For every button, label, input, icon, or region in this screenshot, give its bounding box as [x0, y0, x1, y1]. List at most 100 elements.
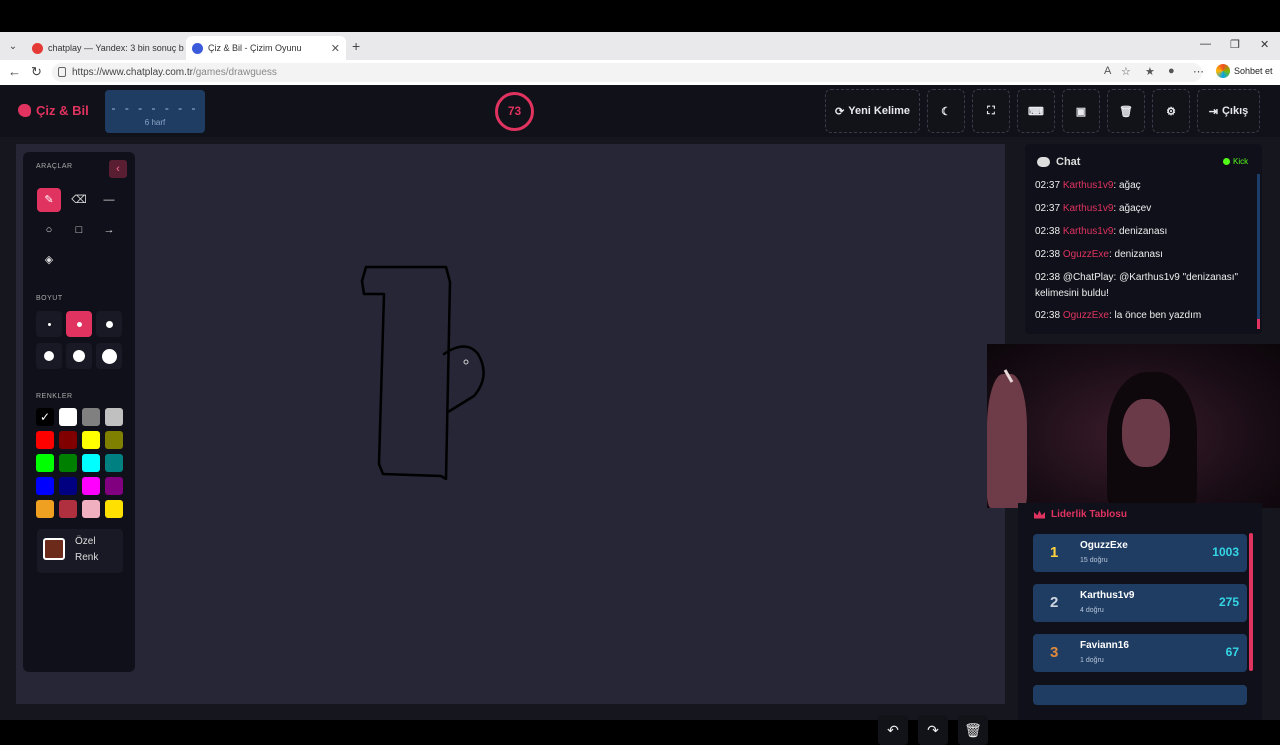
color-swatch[interactable]	[36, 500, 54, 518]
new-tab-icon[interactable]: +	[352, 38, 360, 54]
archive-button[interactable]: ▣	[1062, 89, 1100, 133]
keyboard-button[interactable]: ⌨	[1017, 89, 1055, 133]
exit-button[interactable]: ⇥ Çıkış	[1197, 89, 1260, 133]
color-swatch[interactable]	[82, 408, 100, 426]
color-swatch[interactable]	[105, 454, 123, 472]
color-swatch[interactable]	[36, 477, 54, 495]
read-aloud-icon[interactable]: A	[1104, 65, 1111, 77]
redo-icon: ↷	[927, 722, 939, 738]
profile-icon[interactable]: ●	[1168, 65, 1175, 77]
size-option-4[interactable]	[36, 343, 62, 369]
more-menu-icon[interactable]: ⋯	[1193, 65, 1204, 78]
undo-icon: ↶	[887, 722, 899, 738]
color-swatch[interactable]	[36, 431, 54, 449]
tab-yandex[interactable]: chatplay — Yandex: 3 bin sonuç b ✕	[26, 36, 184, 60]
color-swatch[interactable]	[59, 500, 77, 518]
color-swatch[interactable]	[59, 454, 77, 472]
theme-toggle-button[interactable]: ☾	[927, 89, 965, 133]
game-logo[interactable]: Çiz & Bil	[18, 103, 89, 118]
minimize-icon[interactable]: —	[1200, 38, 1211, 50]
new-word-button[interactable]: ⟳ Yeni Kelime	[825, 89, 920, 133]
size-option-5[interactable]	[66, 343, 92, 369]
settings-button[interactable]: ⚙	[1152, 89, 1190, 133]
lock-icon	[58, 67, 66, 77]
arrow-right-icon: →	[104, 224, 115, 236]
leaderboard-scrollbar[interactable]	[1249, 533, 1253, 671]
size-option-2[interactable]	[66, 311, 92, 337]
eraser-tool[interactable]: ⌫	[67, 188, 91, 212]
chat-message: 02:38 OguzzExe: denizanası	[1035, 247, 1250, 263]
back-icon[interactable]: ←	[8, 64, 21, 79]
url-field[interactable]: https://www.chatplay.com.tr/games/drawgu…	[52, 63, 1202, 82]
reload-icon[interactable]: ↻	[31, 64, 42, 80]
correct-count: 1 doğru	[1080, 657, 1104, 664]
size-option-3[interactable]	[96, 311, 122, 337]
color-swatch[interactable]	[59, 408, 77, 426]
color-swatch[interactable]	[82, 431, 100, 449]
leaderboard-row-partial	[1033, 685, 1247, 705]
size-option-6[interactable]	[96, 343, 122, 369]
delete-button[interactable]: 🗑	[1107, 89, 1145, 133]
player-score: 275	[1219, 595, 1239, 609]
message-user[interactable]: Karthus1v9	[1063, 180, 1114, 191]
circle-icon: ○	[46, 224, 53, 236]
close-tab-icon[interactable]: ✕	[331, 42, 340, 55]
fill-tool[interactable]: ◈	[37, 248, 61, 272]
tab-list-dropdown-icon[interactable]: ⌄	[4, 38, 22, 56]
size-dot	[77, 322, 82, 327]
message-user[interactable]: OguzzExe	[1063, 310, 1109, 321]
close-window-icon[interactable]: ✕	[1260, 38, 1269, 51]
chat-message: 02:38 OguzzExe: la önce ben yazdım	[1035, 308, 1250, 324]
copilot-button[interactable]: Sohbet et	[1216, 64, 1273, 78]
tab-bar: ⌄ chatplay — Yandex: 3 bin sonuç b ✕ Çiz…	[0, 32, 1280, 60]
tab-drawguess[interactable]: Çiz & Bil - Çizim Oyunu ✕	[186, 36, 346, 60]
message-text: @ChatPlay: @Karthus1v9 "denizanası" keli…	[1035, 272, 1238, 299]
color-swatch[interactable]	[82, 477, 100, 495]
player-name: Faviann16	[1080, 640, 1129, 651]
fullscreen-button[interactable]: ⛶	[972, 89, 1010, 133]
refresh-icon: ⟳	[835, 105, 844, 118]
maximize-icon[interactable]: ❐	[1230, 38, 1240, 51]
tab-label: Çiz & Bil - Çizim Oyunu	[208, 43, 302, 53]
color-swatch[interactable]	[82, 500, 100, 518]
chatplay-icon	[192, 43, 203, 54]
archive-icon: ▣	[1076, 105, 1086, 118]
message-text: : denizanası	[1113, 226, 1167, 237]
scroll-thumb[interactable]	[1257, 319, 1260, 329]
color-swatch[interactable]	[105, 477, 123, 495]
fullscreen-icon: ⛶	[987, 105, 995, 118]
custom-color-picker[interactable]: Özel Renk	[37, 529, 123, 573]
color-swatch[interactable]	[59, 431, 77, 449]
color-swatch[interactable]	[82, 454, 100, 472]
message-user[interactable]: OguzzExe	[1063, 249, 1109, 260]
message-user[interactable]: Karthus1v9	[1063, 226, 1114, 237]
message-user[interactable]: Karthus1v9	[1063, 203, 1114, 214]
webcam-overlay	[987, 344, 1280, 508]
brush-tool[interactable]: ✎	[37, 188, 61, 212]
chat-message: 02:38 Karthus1v9: denizanası	[1035, 224, 1250, 240]
rectangle-tool[interactable]: □	[67, 218, 91, 242]
circle-tool[interactable]: ○	[37, 218, 61, 242]
color-swatch[interactable]	[105, 408, 123, 426]
chat-scrollbar[interactable]	[1257, 174, 1260, 329]
line-tool[interactable]: —	[97, 188, 121, 212]
online-dot-icon	[1223, 158, 1230, 165]
trash-icon: 🗑	[964, 722, 982, 738]
color-swatch[interactable]: ✓	[36, 408, 54, 426]
logo-text: Çiz & Bil	[36, 103, 89, 118]
drawing-canvas[interactable]: ↶ ↷ 🗑	[16, 144, 1005, 704]
trash-icon: 🗑	[1119, 105, 1133, 118]
favorites-list-icon[interactable]: ★	[1145, 65, 1155, 78]
color-swatch[interactable]	[105, 500, 123, 518]
size-option-1[interactable]	[36, 311, 62, 337]
favorite-icon[interactable]: ☆	[1121, 65, 1131, 78]
collapse-panel-button[interactable]: ‹	[109, 160, 127, 178]
line-icon: —	[104, 194, 115, 206]
arrow-tool[interactable]: →	[97, 218, 121, 242]
color-swatch[interactable]	[59, 477, 77, 495]
color-swatch[interactable]	[105, 431, 123, 449]
color-swatch[interactable]	[36, 454, 54, 472]
chat-header: Chat	[1037, 156, 1080, 168]
size-dot	[73, 350, 85, 362]
tab-label: chatplay — Yandex: 3 bin sonuç b	[48, 43, 184, 53]
